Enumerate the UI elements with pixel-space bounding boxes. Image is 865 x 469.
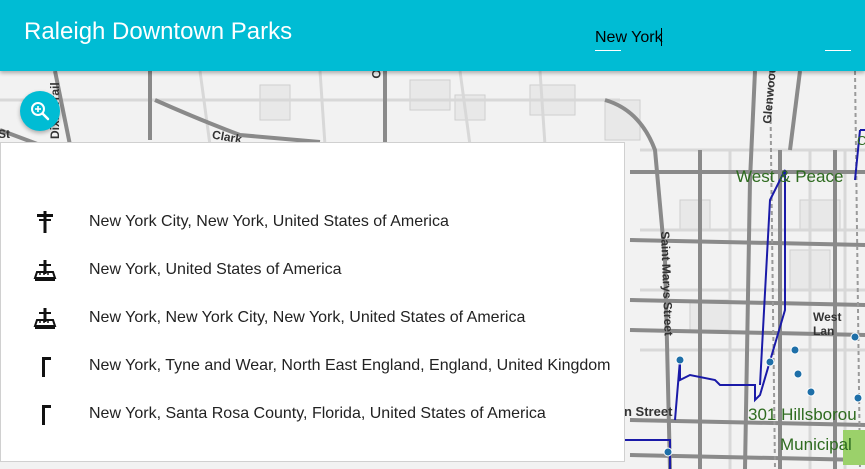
search-result-label: New York, Tyne and Wear, North East Engl… [89, 357, 611, 374]
search-result-label: New York, United States of America [89, 261, 342, 278]
map-label-hillsborough: 301 Hillsborou [748, 405, 857, 424]
city-icon [37, 211, 53, 233]
text-caret [661, 28, 662, 46]
search-box[interactable] [595, 26, 865, 52]
map-label-o: O [369, 71, 384, 79]
search-result-item[interactable]: New York, Santa Rosa County, Florida, Un… [1, 390, 624, 438]
map-label-west-lane: West Lan [813, 310, 842, 338]
search-result-item[interactable]: New York, Tyne and Wear, North East Engl… [1, 342, 624, 390]
map-label-n-street: n Street [624, 404, 673, 419]
search-result-item[interactable]: New York, United States of America [1, 246, 624, 294]
map-label-west-peace: West & Peace [736, 167, 844, 186]
search-results-list: New York City, New York, United States o… [0, 142, 625, 462]
state-icon [33, 260, 57, 281]
search-underline-right [825, 50, 851, 51]
zoom-button[interactable] [20, 91, 60, 131]
map-label-c: C [857, 133, 865, 148]
village-icon [42, 357, 51, 377]
search-result-label: New York City, New York, United States o… [89, 213, 449, 230]
search-result-label: New York, Santa Rosa County, Florida, Un… [89, 405, 546, 422]
search-result-item[interactable]: New York, New York City, New York, Unite… [1, 294, 624, 342]
search-input[interactable] [595, 26, 825, 50]
app-header: Raleigh Downtown Parks [0, 0, 865, 71]
zoom-in-icon [31, 102, 50, 121]
village-icon [42, 405, 51, 425]
search-underline-left [595, 50, 621, 51]
map-label-municipal: Municipal [780, 435, 852, 454]
map-label-st: St [0, 127, 10, 141]
app-title: Raleigh Downtown Parks [24, 18, 293, 45]
search-result-label: New York, New York City, New York, Unite… [89, 309, 526, 326]
search-result-item[interactable]: New York City, New York, United States o… [1, 198, 624, 246]
state-icon [33, 308, 57, 329]
